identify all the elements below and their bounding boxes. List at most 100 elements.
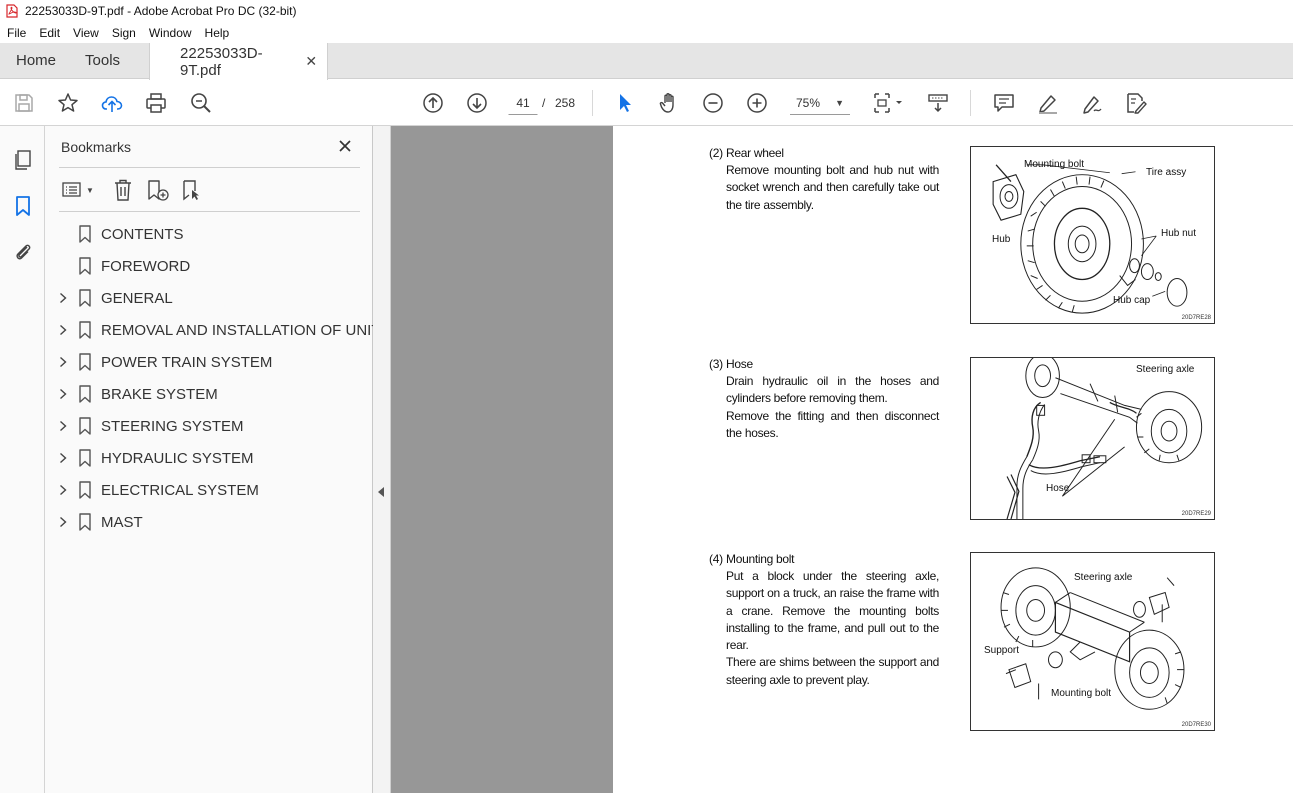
bookmark-icon xyxy=(79,513,91,531)
section-heading: Hose xyxy=(726,357,753,371)
bookmark-item[interactable]: MAST xyxy=(45,506,373,538)
scroll-mode-icon[interactable] xyxy=(926,91,950,115)
new-bookmark-icon[interactable] xyxy=(145,178,169,202)
tab-bar: Home Tools 22253033D-9T.pdf ✕ xyxy=(0,43,1293,80)
menu-view[interactable]: View xyxy=(66,26,105,40)
page-number-input[interactable]: 41 xyxy=(508,91,538,115)
edit-pdf-icon[interactable] xyxy=(1124,91,1148,115)
page-thumbnails-icon[interactable] xyxy=(11,148,35,172)
page-fit-icon[interactable] xyxy=(872,91,906,115)
tab-document[interactable]: 22253033D-9T.pdf ✕ xyxy=(149,43,329,80)
zoom-search-icon[interactable] xyxy=(189,91,213,115)
label-hub-cap: Hub cap xyxy=(1113,295,1151,306)
find-bookmark-icon[interactable] xyxy=(180,178,204,202)
chevron-right-icon[interactable] xyxy=(58,292,68,304)
bookmark-label: MAST xyxy=(101,514,143,531)
page-separator: / xyxy=(542,96,546,110)
bookmark-item[interactable]: HYDRAULIC SYSTEM xyxy=(45,442,373,474)
pdf-page: (2) Rear wheel Remove mounting bolt and … xyxy=(613,126,1293,793)
document-viewport[interactable]: (2) Rear wheel Remove mounting bolt and … xyxy=(391,126,1293,793)
star-icon[interactable] xyxy=(56,91,80,115)
tab-tools[interactable]: Tools xyxy=(72,43,136,78)
attachments-icon[interactable] xyxy=(11,240,35,264)
section-heading: Mounting bolt xyxy=(726,552,795,566)
title-bar: 22253033D-9T.pdf - Adobe Acrobat Pro DC … xyxy=(0,0,1293,22)
zoom-out-icon[interactable] xyxy=(701,91,725,115)
next-page-icon[interactable] xyxy=(465,91,489,115)
menu-help[interactable]: Help xyxy=(198,26,236,40)
previous-page-icon[interactable] xyxy=(421,91,445,115)
bookmarks-panel: Bookmarks ▼ CONTENTS FOREWORD GENERAL REMOV… xyxy=(45,126,381,793)
chevron-right-icon[interactable] xyxy=(58,388,68,400)
close-panel-icon[interactable] xyxy=(337,138,353,154)
highlight-pen-icon[interactable] xyxy=(1036,91,1060,115)
menu-sign[interactable]: Sign xyxy=(105,26,142,40)
bookmark-item[interactable]: POWER TRAIN SYSTEM xyxy=(45,346,373,378)
bookmarks-panel-icon[interactable] xyxy=(11,194,35,218)
section-paragraph: Drain hydraulic oil in the hoses and cyl… xyxy=(726,374,939,406)
acrobat-app-icon xyxy=(6,4,18,18)
bookmark-label: FOREWORD xyxy=(101,258,191,275)
zoom-level-value: 75% xyxy=(796,95,821,110)
bookmark-options-button[interactable]: ▼ xyxy=(61,178,94,202)
section-mounting-bolt: (4) Mounting bolt Put a block under the … xyxy=(709,551,939,691)
zoom-in-icon[interactable] xyxy=(745,91,769,115)
label-hub: Hub xyxy=(992,234,1011,245)
bookmark-item[interactable]: BRAKE SYSTEM xyxy=(45,378,373,410)
bookmark-icon xyxy=(79,481,91,499)
print-icon[interactable] xyxy=(144,91,168,115)
bookmark-icon xyxy=(79,353,91,371)
sign-pen-icon[interactable] xyxy=(1080,91,1104,115)
comment-icon[interactable] xyxy=(992,91,1016,115)
bookmark-item[interactable]: FOREWORD xyxy=(45,250,373,282)
panel-splitter[interactable] xyxy=(373,126,391,793)
chevron-down-icon: ▼ xyxy=(835,97,844,108)
tab-document-label: 22253033D-9T.pdf xyxy=(180,44,263,79)
tab-home[interactable]: Home xyxy=(0,43,72,78)
panel-divider xyxy=(59,167,360,168)
menu-window[interactable]: Window xyxy=(142,26,198,40)
chevron-right-icon[interactable] xyxy=(58,452,68,464)
select-cursor-icon[interactable] xyxy=(613,91,637,115)
hand-tool-icon[interactable] xyxy=(657,91,681,115)
section-paragraph: There are shims between the support and … xyxy=(726,655,939,687)
zoom-level-dropdown[interactable]: 75% ▼ xyxy=(790,91,850,115)
menu-edit[interactable]: Edit xyxy=(32,26,66,40)
section-paragraph: Remove mounting bolt and hub nut with so… xyxy=(726,163,939,212)
bookmark-item[interactable]: CONTENTS xyxy=(45,218,373,250)
save-icon[interactable] xyxy=(12,91,36,115)
menu-file[interactable]: File xyxy=(0,26,32,40)
cloud-upload-icon[interactable] xyxy=(100,91,124,115)
options-list-icon xyxy=(62,182,81,197)
collapse-panel-icon[interactable] xyxy=(378,487,384,497)
bookmark-label: STEERING SYSTEM xyxy=(101,418,244,435)
section-paragraph: Remove the fitting and then disconnect t… xyxy=(726,408,939,440)
delete-bookmark-icon[interactable] xyxy=(112,178,134,202)
bookmark-item[interactable]: GENERAL xyxy=(45,282,373,314)
bookmark-label: HYDRAULIC SYSTEM xyxy=(101,450,254,467)
section-number: (2) xyxy=(709,146,723,160)
bookmark-label: ELECTRICAL SYSTEM xyxy=(101,482,259,499)
bookmark-icon xyxy=(79,417,91,435)
close-tab-icon[interactable]: ✕ xyxy=(305,53,317,70)
bookmark-item[interactable]: ELECTRICAL SYSTEM xyxy=(45,474,373,506)
bookmark-label: POWER TRAIN SYSTEM xyxy=(101,354,273,371)
window-title: 22253033D-9T.pdf - Adobe Acrobat Pro DC … xyxy=(25,4,297,18)
bookmark-item[interactable]: STEERING SYSTEM xyxy=(45,410,373,442)
bookmark-item[interactable]: REMOVAL AND INSTALLATION OF UNIT xyxy=(45,314,381,346)
bookmark-label: REMOVAL AND INSTALLATION OF UNIT xyxy=(101,322,381,339)
chevron-right-icon[interactable] xyxy=(58,516,68,528)
figure-hose: Steering axle Hose 20D7RE29 xyxy=(970,357,1215,520)
menu-bar: File Edit View Sign Window Help xyxy=(0,22,1293,43)
label-steering-axle: Steering axle xyxy=(1074,572,1133,583)
chevron-right-icon[interactable] xyxy=(58,484,68,496)
bookmark-icon xyxy=(79,385,91,403)
bookmark-list: CONTENTS FOREWORD GENERAL REMOVAL AND INSTA… xyxy=(45,218,381,538)
hose-illustration xyxy=(1006,358,1203,519)
chevron-right-icon[interactable] xyxy=(58,356,68,368)
label-support: Support xyxy=(984,645,1020,656)
section-hose: (3) Hose Drain hydraulic oil in the hose… xyxy=(709,356,939,446)
chevron-right-icon[interactable] xyxy=(58,324,68,336)
chevron-right-icon[interactable] xyxy=(58,420,68,432)
bookmarks-panel-title: Bookmarks xyxy=(61,139,132,155)
